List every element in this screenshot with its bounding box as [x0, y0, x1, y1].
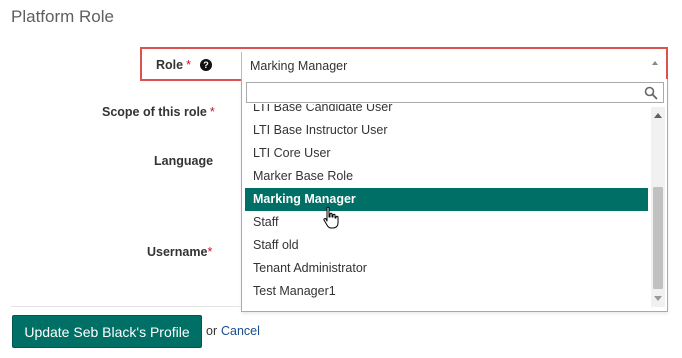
- username-label-row: Username*: [147, 245, 212, 259]
- dropdown-scrollbar[interactable]: [651, 107, 665, 307]
- role-select-value: Marking Manager: [250, 59, 348, 73]
- dropdown-option[interactable]: Staff: [245, 211, 648, 234]
- section-title: Platform Role: [11, 7, 114, 26]
- dropdown-search[interactable]: [246, 82, 664, 103]
- role-dropdown: LTI Base Candidate User LTI Base Instruct…: [241, 79, 668, 312]
- role-select[interactable]: Marking Manager: [241, 52, 668, 79]
- username-label: Username: [147, 245, 208, 259]
- required-marker: *: [207, 245, 213, 259]
- scroll-down-arrow-icon[interactable]: [654, 296, 662, 301]
- hand-pointer-cursor-icon: [323, 206, 339, 229]
- update-profile-button[interactable]: Update Seb Black's Profile: [12, 315, 202, 348]
- dropdown-option[interactable]: LTI Base Candidate User: [245, 104, 648, 119]
- dropdown-option[interactable]: Staff old: [245, 234, 648, 257]
- dropdown-option-list: LTI Base Candidate User LTI Base Instruct…: [245, 104, 648, 303]
- scope-label: Scope of this role: [102, 105, 207, 119]
- or-text: or: [206, 324, 218, 338]
- dropdown-option[interactable]: LTI Base Instructor User: [245, 119, 648, 142]
- dropdown-options: LTI Base Candidate User LTI Base Instruct…: [245, 104, 648, 310]
- scope-label-row: Scope of this role *: [102, 105, 215, 119]
- dropdown-option[interactable]: Marking Manager: [245, 188, 648, 211]
- required-marker: *: [209, 105, 215, 119]
- dropdown-option[interactable]: Tenant Administrator: [245, 257, 648, 280]
- form-divider: [11, 306, 241, 307]
- dropdown-option[interactable]: Test Manager1: [245, 280, 648, 303]
- scroll-thumb[interactable]: [653, 187, 663, 289]
- dropdown-option[interactable]: Marker Base Role: [245, 165, 648, 188]
- chevron-up-icon[interactable]: [652, 61, 658, 65]
- scroll-up-arrow-icon[interactable]: [654, 113, 662, 118]
- dropdown-search-input[interactable]: [247, 83, 637, 102]
- language-label: Language: [154, 154, 214, 168]
- cancel-link[interactable]: Cancel: [221, 324, 260, 338]
- dropdown-option[interactable]: LTI Core User: [245, 142, 648, 165]
- search-icon: [644, 86, 658, 100]
